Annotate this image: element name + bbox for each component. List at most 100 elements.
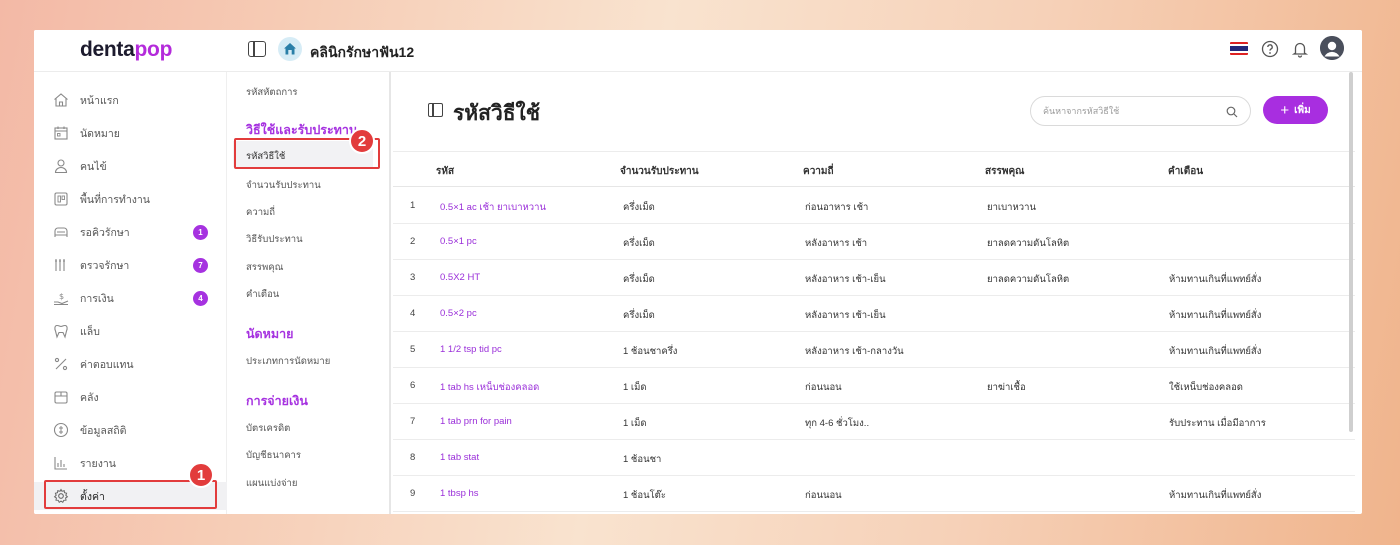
sidebar-item-statistics[interactable]: ข้อมูลสถิติ [34,416,227,444]
cell-prop: ยาเบาหวาน [987,202,1036,213]
cell-code[interactable]: 0.5X2 HT [440,272,480,283]
sidebar-item-patients[interactable]: คนไข้ [34,152,227,180]
cell-warn: ใช้เหน็บช่องคลอด [1169,382,1243,393]
search-input[interactable] [1043,103,1213,119]
cell-n: 6 [410,380,416,391]
cell-n: 5 [410,344,416,355]
cell-code[interactable]: 1 1/2 tsp tid pc [440,344,502,355]
cell-warn: ห้ามทานเกินที่แพทย์สั่ง [1169,490,1262,501]
cell-freq: ทุก 4-6 ชั่วโมง.. [805,418,870,429]
submenu-section-usage: วิธีใช้และรับประทาน [246,123,358,137]
cell-prop: ยาลดความดันโลหิต [987,238,1070,249]
submenu-item-intake-method[interactable]: วิธีรับประทาน [246,232,303,247]
sidebar-item-label: คลัง [80,391,99,404]
dental-chair-icon [52,223,70,241]
sidebar-item-commission[interactable]: ค่าตอบแทน [34,350,227,378]
table-row[interactable]: 8 1 tab stat 1 ช้อนชา [393,440,1355,476]
cell-freq: ก่อนนอน [805,490,842,501]
help-icon[interactable] [1260,39,1280,59]
add-button[interactable]: + เพิ่ม [1263,96,1328,124]
cell-freq: หลังอาหาร เช้า-เย็น [805,310,886,321]
sidebar-item-queue[interactable]: รอคิวรักษา 1 [34,218,227,246]
sidebar-item-finance[interactable]: $ การเงิน 4 [34,284,227,312]
sidebar-item-label: ข้อมูลสถิติ [80,424,127,437]
plus-icon: + [1280,101,1290,119]
cell-n: 1 [410,200,416,211]
sidebar-toggle-icon[interactable] [248,41,266,57]
treatment-count-badge: 7 [193,257,208,273]
sidebar-item-label: การเงิน [80,292,114,305]
cell-code[interactable]: 0.5×2 pc [440,308,477,319]
cell-code[interactable]: 0.5×1 ac เช้า ยาเบาหวาน [440,200,546,215]
table-row[interactable]: 9 1 tbsp hs 1 ช้อนโต๊ะ ก่อนนอน ห้ามทานเกินที… [393,476,1355,512]
percent-icon [52,355,70,373]
search-box[interactable] [1030,96,1251,126]
cell-amount: ครึ่งเม็ด [623,274,655,285]
search-icon[interactable] [1226,105,1238,123]
person-icon [52,157,70,175]
submenu-item-appointment-types[interactable]: ประเภทการนัดหมาย [246,354,330,369]
column-header-warning[interactable]: คำเตือน [1168,164,1203,179]
cell-n: 7 [410,416,416,427]
submenu-section-appointments: นัดหมาย [246,327,294,341]
sidebar-item-workspace[interactable]: พื้นที่การทำงาน [34,185,227,213]
table-header: รหัส จำนวนรับประทาน ความถี่ สรรพคุณ คำเต… [393,151,1355,187]
cell-amount: 1 เม็ด [623,418,647,429]
cell-amount: 1 ช้อนชา [623,454,662,465]
submenu-item-credit-cards[interactable]: บัตรเครดิต [246,421,290,436]
sidebar-item-appointments[interactable]: นัดหมาย [34,119,227,147]
thai-flag-icon[interactable] [1230,42,1248,55]
cell-code[interactable]: 1 tab prn for pain [440,416,512,427]
cell-code[interactable]: 1 tab hs เหน็บช่องคลอด [440,380,539,395]
sidebar-item-label: ตรวจรักษา [80,259,130,272]
column-header-properties[interactable]: สรรพคุณ [985,164,1024,179]
cell-code[interactable]: 1 tbsp hs [440,488,479,499]
column-header-code[interactable]: รหัส [436,164,454,179]
clinic-name[interactable]: คลินิกรักษาฟัน12 [310,42,414,64]
submenu-item-warnings[interactable]: คำเตือน [246,287,279,302]
sidebar-item-label: ค่าตอบแทน [80,358,134,371]
column-header-frequency[interactable]: ความถี่ [803,164,834,179]
cell-freq: หลังอาหาร เช้า [805,238,868,249]
cell-code[interactable]: 0.5×1 pc [440,236,477,247]
sidebar-item-lab[interactable]: แล็บ [34,317,227,345]
table-row[interactable]: 2 0.5×1 pc ครึ่งเม็ด หลังอาหาร เช้า ยาลดความ… [393,224,1355,260]
table-row[interactable]: 1 0.5×1 ac เช้า ยาเบาหวาน ครึ่งเม็ด ก่อนอาห… [393,188,1355,224]
cell-n: 9 [410,488,416,499]
main-scrollbar[interactable] [1349,72,1353,432]
dental-tools-icon [52,256,70,274]
submenu-item-dose-amount[interactable]: จำนวนรับประทาน [246,178,321,193]
box-icon [52,388,70,406]
sidebar-item-inventory[interactable]: คลัง [34,383,227,411]
table-row[interactable]: 7 1 tab prn for pain 1 เม็ด ทุก 4-6 ชั่วโมง… [393,404,1355,440]
table-row[interactable]: 5 1 1/2 tsp tid pc 1 ช้อนชาครึ่ง หลังอาหาร … [393,332,1355,368]
dentapop-logo[interactable]: dentapop [80,38,172,62]
table-row[interactable]: 4 0.5×2 pc ครึ่งเม็ด หลังอาหาร เช้า-เย็น ห้า… [393,296,1355,332]
sidebar-item-home[interactable]: หน้าแรก [34,86,227,114]
cell-freq: ก่อนนอน [805,382,842,393]
cell-amount: ครึ่งเม็ด [623,202,655,213]
submenu-item-frequency[interactable]: ความถี่ [246,205,275,220]
user-avatar[interactable] [1320,36,1344,60]
cell-warn: ห้ามทานเกินที่แพทย์สั่ง [1169,310,1262,321]
queue-count-badge: 1 [193,224,208,240]
table-row[interactable]: 3 0.5X2 HT ครึ่งเม็ด หลังอาหาร เช้า-เย็น ยาล… [393,260,1355,296]
submenu-item-installment-plans[interactable]: แผนแบ่งจ่าย [246,476,297,491]
submenu-section-payment: การจ่ายเงิน [246,394,308,408]
step-1-marker: 1 [188,462,214,488]
submenu-item-procedure-codes[interactable]: รหัสหัตถการ [246,85,298,100]
logo-accent-text: pop [134,38,173,61]
stats-circle-icon [52,421,70,439]
submenu-item-bank-accounts[interactable]: บัญชีธนาคาร [246,448,301,463]
sidebar-item-label: พื้นที่การทำงาน [80,193,150,206]
column-header-amount[interactable]: จำนวนรับประทาน [620,164,699,179]
submenu-item-properties[interactable]: สรรพคุณ [246,260,283,275]
table-row[interactable]: 6 1 tab hs เหน็บช่องคลอด 1 เม็ด ก่อนนอน ยาฆ่… [393,368,1355,404]
workspace-icon [52,190,70,208]
sidebar-item-label: รอคิวรักษา [80,226,130,239]
sidebar-item-treatment[interactable]: ตรวจรักษา 7 [34,251,227,279]
bell-icon[interactable] [1290,39,1310,59]
cell-code[interactable]: 1 tab stat [440,452,479,463]
svg-text:$: $ [59,292,64,301]
cell-amount: ครึ่งเม็ด [623,238,655,249]
